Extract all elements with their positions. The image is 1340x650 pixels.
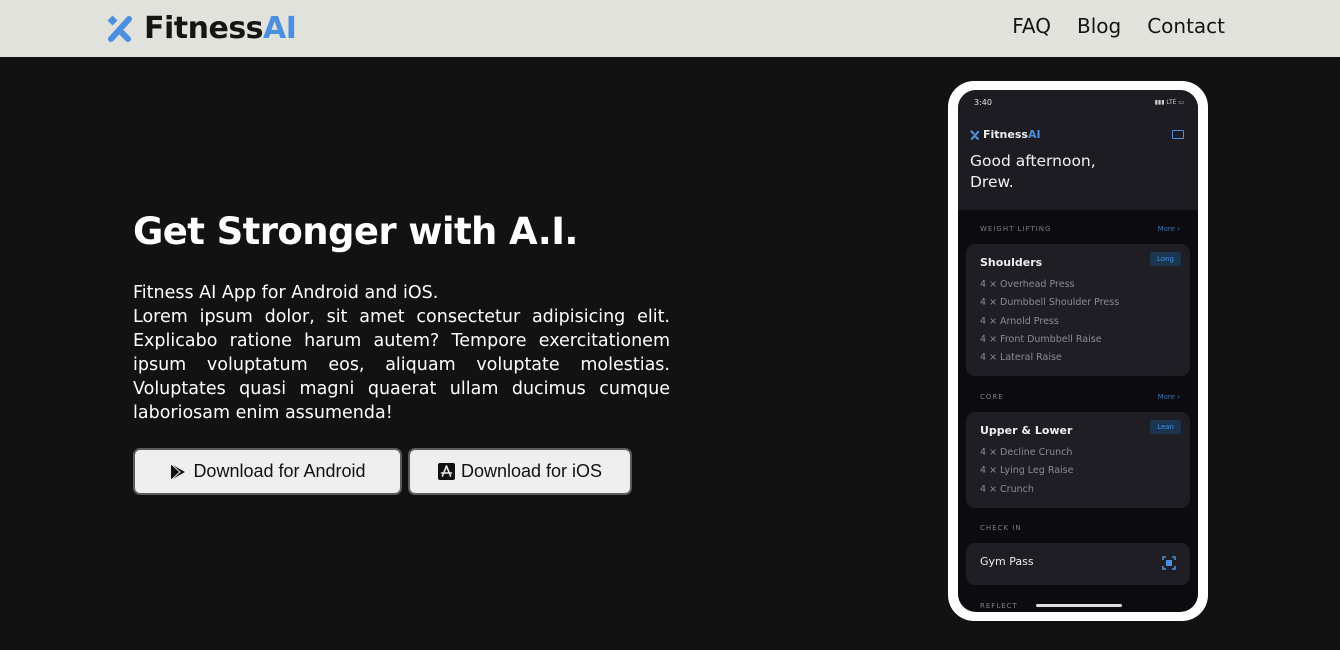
section-label-core: CORE — [980, 393, 1004, 401]
more-link-weight-lifting[interactable]: More › — [1158, 225, 1180, 233]
phone-app-logo: Fitness AI — [970, 128, 1041, 141]
workout-card-upper-lower[interactable]: Upper & Lower Lean 4 × Decline Crunch 4 … — [966, 412, 1190, 508]
exercise-item: 4 × Front Dumbbell Raise — [980, 334, 1102, 345]
download-android-label: Download for Android — [193, 461, 366, 481]
exercise-item: 4 × Lateral Raise — [980, 352, 1062, 363]
signal-icon: ▮▮▮ — [1154, 99, 1165, 106]
phone-screen: 3:40 ▮▮▮ LTE ▭ Fitness AI Good afternoon,… — [958, 90, 1198, 612]
brand-name: FitnessAI — [144, 10, 297, 46]
section-label-reflect: REFLECT — [980, 602, 1018, 610]
hero-subtitle: Fitness AI App for Android and iOS. — [133, 283, 439, 303]
home-indicator — [1036, 604, 1122, 607]
status-time: 3:40 — [974, 98, 992, 107]
exercise-item: 4 × Decline Crunch — [980, 447, 1073, 458]
network-label: LTE — [1166, 99, 1177, 106]
gym-pass-card[interactable]: Gym Pass — [966, 543, 1190, 585]
fitnessai-logo-icon — [107, 15, 132, 42]
download-android-button[interactable]: Download for Android — [133, 448, 402, 495]
app-store-icon — [437, 463, 455, 480]
hero-body: Lorem ipsum dolor, sit amet consectetur … — [133, 307, 670, 423]
profile-icon[interactable] — [1172, 130, 1184, 139]
workout-badge: Lean — [1150, 420, 1181, 434]
workout-badge: Long — [1150, 252, 1181, 266]
section-label-weight-lifting: WEIGHT LIFTING — [980, 225, 1052, 233]
exercise-item: 4 × Arnold Press — [980, 316, 1059, 327]
google-play-icon — [171, 463, 186, 480]
exercise-item: 4 × Crunch — [980, 484, 1034, 495]
exercise-item: 4 × Overhead Press — [980, 279, 1075, 290]
nav-link-contact[interactable]: Contact — [1147, 14, 1225, 38]
brand-logo[interactable]: FitnessAI — [106, 8, 297, 48]
download-ios-button[interactable]: Download for iOS — [408, 448, 632, 495]
fitnessai-logo-icon — [970, 129, 980, 140]
workout-card-shoulders[interactable]: Shoulders Long 4 × Overhead Press 4 × Du… — [966, 244, 1190, 376]
phone-greeting: Good afternoon, Drew. — [970, 152, 1096, 191]
phone-mockup: 3:40 ▮▮▮ LTE ▭ Fitness AI Good afternoon,… — [948, 81, 1208, 621]
gym-pass-title: Gym Pass — [980, 555, 1034, 568]
battery-icon: ▭ — [1178, 99, 1184, 106]
exercise-item: 4 × Dumbbell Shoulder Press — [980, 297, 1120, 308]
section-label-check-in: CHECK IN — [980, 524, 1022, 532]
more-link-core[interactable]: More › — [1158, 393, 1180, 401]
nav-link-blog[interactable]: Blog — [1077, 14, 1121, 38]
hero-title: Get Stronger with A.I. — [133, 210, 578, 253]
download-ios-label: Download for iOS — [460, 461, 603, 481]
workout-card-title: Shoulders — [980, 256, 1043, 269]
scan-icon — [1162, 556, 1176, 570]
navbar: FitnessAI FAQ Blog Contact — [0, 0, 1340, 57]
nav-links: FAQ Blog Contact — [1012, 14, 1225, 38]
exercise-item: 4 × Lying Leg Raise — [980, 465, 1074, 476]
status-icons: ▮▮▮ LTE ▭ — [1155, 99, 1184, 106]
workout-card-title: Upper & Lower — [980, 424, 1073, 437]
nav-link-faq[interactable]: FAQ — [1012, 14, 1051, 38]
